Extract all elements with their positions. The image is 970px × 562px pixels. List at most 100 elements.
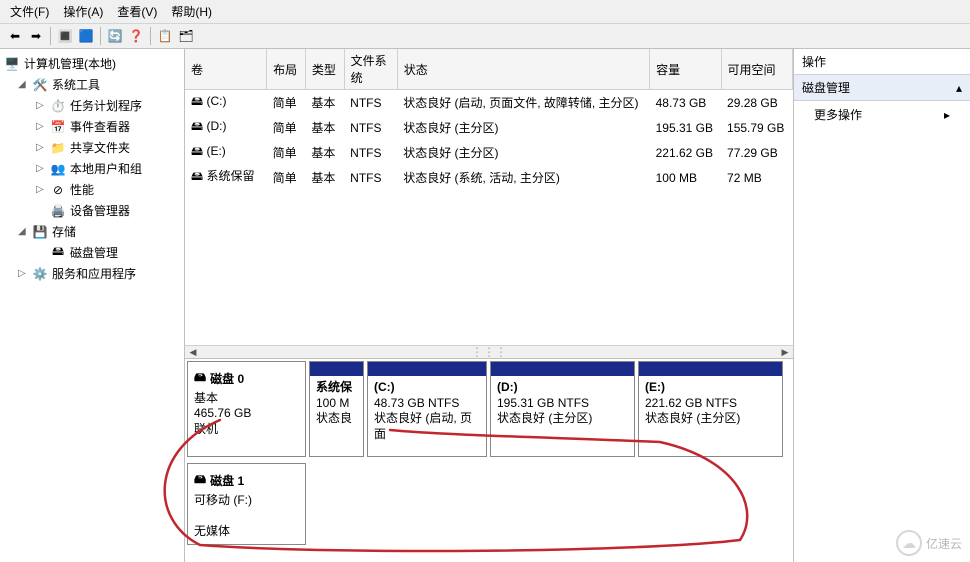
folder-icon: 📁 (50, 140, 66, 156)
col-vol[interactable]: 卷 (185, 49, 267, 90)
vol-name: 🖴 (D:) (185, 115, 267, 140)
table-row[interactable]: 🖴 (C:) 简单 基本 NTFS 状态良好 (启动, 页面文件, 故障转储, … (185, 90, 793, 116)
refresh-icon[interactable]: 🔄 (106, 27, 124, 45)
separator (100, 27, 101, 45)
expander-icon[interactable]: ▷ (36, 163, 46, 174)
disk0-header[interactable]: 🖴磁盘 0 基本 465.76 GB 联机 (187, 361, 306, 457)
disk0-state: 联机 (194, 420, 299, 437)
table-row[interactable]: 🖴 系统保留 简单 基本 NTFS 状态良好 (系统, 活动, 主分区) 100… (185, 165, 793, 190)
tree-devmgr[interactable]: 🖨️ 设备管理器 (0, 200, 184, 221)
tree-perf[interactable]: ▷ ⊘ 性能 (0, 179, 184, 200)
disk1-header[interactable]: 🖴磁盘 1 可移动 (F:) 无媒体 (187, 463, 306, 545)
col-fs[interactable]: 文件系统 (344, 49, 397, 90)
part-name: (C:) (374, 380, 395, 394)
services-icon: ⚙️ (32, 266, 48, 282)
chevron-up-icon[interactable]: ▴ (956, 81, 962, 95)
tree-services[interactable]: ▷ ⚙️ 服务和应用程序 (0, 263, 184, 284)
part-name: (D:) (497, 380, 518, 394)
disk1-state: 无媒体 (194, 522, 299, 539)
tree-localusers-label: 本地用户和组 (70, 160, 142, 177)
tree-localusers[interactable]: ▷ 👥 本地用户和组 (0, 158, 184, 179)
disk1-row[interactable]: 🖴磁盘 1 可移动 (F:) 无媒体 (187, 463, 791, 545)
partition-cap (491, 362, 634, 376)
part-status: 状态良好 (启动, 页面 (374, 411, 472, 441)
actions-subheader[interactable]: 磁盘管理 ▴ (794, 75, 970, 101)
col-status[interactable]: 状态 (397, 49, 649, 90)
tree-root-label: 计算机管理(本地) (24, 55, 116, 72)
tree-tasksched[interactable]: ▷ ⏱️ 任务计划程序 (0, 95, 184, 116)
tree-shared[interactable]: ▷ 📁 共享文件夹 (0, 137, 184, 158)
tree-diskmgmt[interactable]: 🖴 磁盘管理 (0, 242, 184, 263)
col-layout[interactable]: 布局 (267, 49, 306, 90)
col-type[interactable]: 类型 (305, 49, 344, 90)
table-row[interactable]: 🖴 (E:) 简单 基本 NTFS 状态良好 (主分区) 221.62 GB 7… (185, 140, 793, 165)
vol-free: 77.29 GB (721, 140, 792, 165)
expander-icon[interactable]: ▷ (18, 268, 28, 279)
part-size: 195.31 GB NTFS (497, 396, 589, 410)
tree-storage[interactable]: ◢ 💾 存储 (0, 221, 184, 242)
vol-type: 基本 (305, 90, 344, 116)
scroll-left-icon[interactable]: ◀ (185, 346, 201, 358)
tree-pane[interactable]: 🖥️ 计算机管理(本地) ◢ 🛠️ 系统工具 ▷ ⏱️ 任务计划程序 ▷ 📅 事… (0, 49, 185, 562)
separator (50, 27, 51, 45)
expander-icon[interactable]: ◢ (18, 226, 28, 237)
partition-box[interactable]: (C:) 48.73 GB NTFS 状态良好 (启动, 页面 (367, 361, 487, 457)
tree-systools-label: 系统工具 (52, 76, 100, 93)
vol-type: 基本 (305, 165, 344, 190)
watermark: ☁ 亿速云 (896, 530, 962, 556)
part-name: 系统保 (316, 380, 352, 394)
expander-icon[interactable]: ▷ (36, 142, 46, 153)
disk1-empty (309, 463, 791, 545)
view-icon[interactable]: 🔳 (56, 27, 74, 45)
expander-icon[interactable]: ▷ (36, 100, 46, 111)
menu-help[interactable]: 帮助(H) (171, 3, 212, 20)
menu-action[interactable]: 操作(A) (63, 3, 103, 20)
volume-table[interactable]: 卷 布局 类型 文件系统 状态 容量 可用空间 🖴 (C:) 简单 基本 NTF… (185, 49, 793, 345)
vol-status: 状态良好 (启动, 页面文件, 故障转储, 主分区) (397, 90, 649, 116)
partition-box[interactable]: 系统保 100 M 状态良 (309, 361, 364, 457)
menu-view[interactable]: 查看(V) (117, 3, 157, 20)
expander-icon[interactable]: ▷ (36, 184, 46, 195)
scrollbar-horizontal[interactable]: ◀ ⋮⋮⋮ ▶ (185, 345, 793, 359)
disk1-type: 可移动 (F:) (194, 491, 299, 508)
help-icon[interactable]: ❓ (127, 27, 145, 45)
partition-box[interactable]: (D:) 195.31 GB NTFS 状态良好 (主分区) (490, 361, 635, 457)
expander-icon[interactable]: ◢ (18, 79, 28, 90)
device-icon: 🖨️ (50, 203, 66, 219)
nav-forward-icon[interactable]: ➡ (27, 27, 45, 45)
disk0-row[interactable]: 🖴磁盘 0 基本 465.76 GB 联机 系统保 100 M 状态良 (C:)… (187, 361, 791, 457)
tree-root[interactable]: 🖥️ 计算机管理(本地) (0, 53, 184, 74)
tree-eventviewer[interactable]: ▷ 📅 事件查看器 (0, 116, 184, 137)
expander-icon[interactable]: ▷ (36, 121, 46, 132)
vol-status: 状态良好 (系统, 活动, 主分区) (397, 165, 649, 190)
menu-file[interactable]: 文件(F) (10, 3, 49, 20)
col-cap[interactable]: 容量 (650, 49, 721, 90)
volume-icon: 🖴 (191, 119, 203, 133)
tool2-icon[interactable]: 🗂 (177, 27, 195, 45)
col-free[interactable]: 可用空间 (721, 49, 792, 90)
scroll-right-icon[interactable]: ▶ (777, 346, 793, 358)
scroll-thumb[interactable]: ⋮⋮⋮ (201, 345, 777, 359)
actions-more[interactable]: 更多操作 ▸ (794, 101, 970, 128)
table-row[interactable]: 🖴 (D:) 简单 基本 NTFS 状态良好 (主分区) 195.31 GB 1… (185, 115, 793, 140)
tree-systools[interactable]: ◢ 🛠️ 系统工具 (0, 74, 184, 95)
tool-icon[interactable]: 📋 (156, 27, 174, 45)
disk0-size: 465.76 GB (194, 406, 299, 420)
tree-storage-label: 存储 (52, 223, 76, 240)
partition-box[interactable]: (E:) 221.62 GB NTFS 状态良好 (主分区) (638, 361, 783, 457)
part-size: 221.62 GB NTFS (645, 396, 737, 410)
center-pane: 卷 布局 类型 文件系统 状态 容量 可用空间 🖴 (C:) 简单 基本 NTF… (185, 49, 794, 562)
part-status: 状态良 (316, 411, 352, 425)
nav-back-icon[interactable]: ⬅ (6, 27, 24, 45)
vol-status: 状态良好 (主分区) (397, 140, 649, 165)
partition-cap (310, 362, 363, 376)
tree-tasksched-label: 任务计划程序 (70, 97, 142, 114)
disk1-title: 磁盘 1 (210, 472, 244, 489)
vol-type: 基本 (305, 140, 344, 165)
volume-icon: 🖴 (191, 144, 203, 158)
tree-perf-label: 性能 (70, 181, 94, 198)
view2-icon[interactable]: 🟦 (77, 27, 95, 45)
part-status: 状态良好 (主分区) (497, 411, 592, 425)
part-size: 100 M (316, 396, 349, 410)
vol-layout: 简单 (267, 90, 306, 116)
